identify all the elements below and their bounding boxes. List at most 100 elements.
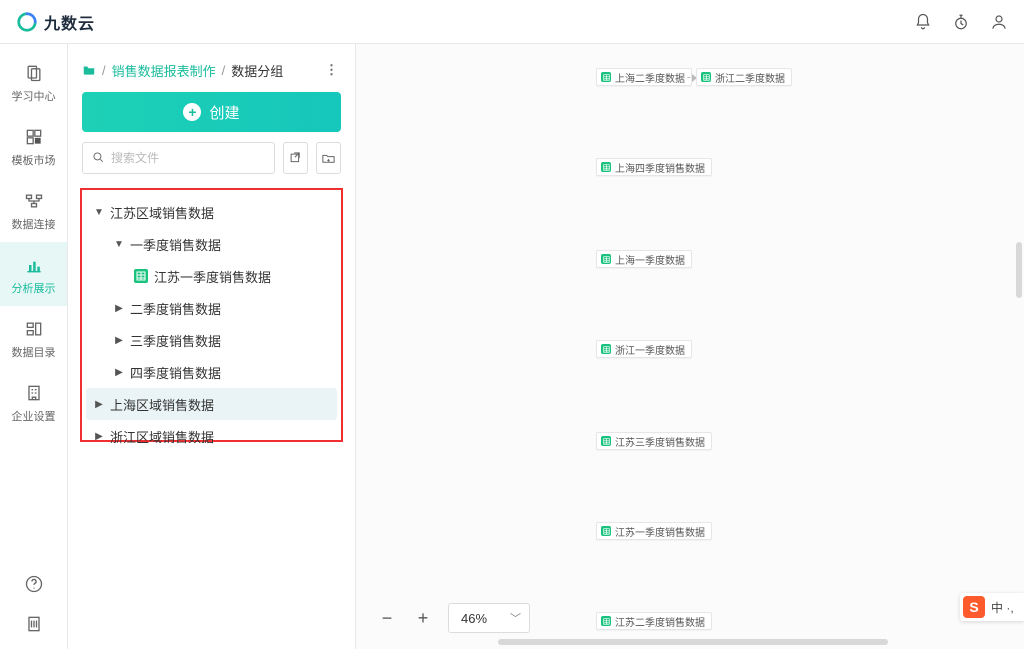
rail-item-analysis[interactable]: 分析展示 xyxy=(0,242,67,306)
ime-logo-icon: S xyxy=(963,596,985,618)
caret-down-icon: ▼ xyxy=(114,239,124,250)
tree-leaf-js-q1[interactable]: 江苏一季度销售数据 xyxy=(86,260,337,292)
node-label: 上海二季度数据 xyxy=(615,70,685,85)
breadcrumb-current: 数据分组 xyxy=(231,61,283,80)
table-icon xyxy=(601,526,611,536)
canvas-node[interactable]: 江苏二季度销售数据 xyxy=(596,612,712,630)
trash-icon[interactable] xyxy=(23,613,45,635)
tree-node-q3[interactable]: ▶ 三季度销售数据 xyxy=(86,324,337,356)
folder-tree-highlight: ▼ 江苏区域销售数据 ▼ 一季度销售数据 江苏一季度销售数据 ▶ 二季度销售数据 xyxy=(80,188,343,442)
caret-right-icon: ▶ xyxy=(94,399,104,410)
canvas-node[interactable]: 浙江一季度数据 xyxy=(596,340,692,358)
user-icon[interactable] xyxy=(990,13,1008,31)
tree-node-q2[interactable]: ▶ 二季度销售数据 xyxy=(86,292,337,324)
canvas-node[interactable]: 江苏三季度销售数据 xyxy=(596,432,712,450)
table-icon xyxy=(601,616,611,626)
side-panel: / 销售数据报表制作 / 数据分组 ⋮ + 创建 xyxy=(68,44,356,649)
rail-label: 企业设置 xyxy=(12,408,56,424)
brand-logo[interactable]: 九数云 xyxy=(16,10,95,34)
zoom-out-button[interactable]: − xyxy=(376,607,398,629)
rail-label: 数据目录 xyxy=(12,344,56,360)
rail-bottom xyxy=(23,573,45,649)
brand-name: 九数云 xyxy=(44,10,95,34)
help-icon[interactable] xyxy=(23,573,45,595)
tree-node-shanghai[interactable]: ▶ 上海区域销售数据 xyxy=(86,388,337,420)
canvas-node[interactable]: 江苏一季度销售数据 xyxy=(596,522,712,540)
table-icon xyxy=(601,72,611,82)
tree-label: 四季度销售数据 xyxy=(130,363,221,382)
breadcrumb: / 销售数据报表制作 / 数据分组 xyxy=(82,61,283,80)
chevron-down-icon: ﹀ xyxy=(510,610,521,626)
plus-icon: + xyxy=(183,103,201,121)
rail-item-catalog[interactable]: 数据目录 xyxy=(0,306,67,370)
more-icon[interactable]: ⋮ xyxy=(323,58,341,82)
create-button[interactable]: + 创建 xyxy=(82,92,341,132)
breadcrumb-sep: / xyxy=(222,63,226,78)
node-label: 上海四季度销售数据 xyxy=(615,160,705,175)
canvas-node[interactable]: 上海一季度数据 xyxy=(596,250,692,268)
caret-right-icon: ▶ xyxy=(94,431,104,442)
table-icon xyxy=(701,72,711,82)
folder-icon[interactable] xyxy=(82,63,96,77)
tree-label: 一季度销售数据 xyxy=(130,235,221,254)
breadcrumb-link[interactable]: 销售数据报表制作 xyxy=(112,61,216,80)
new-folder-button[interactable] xyxy=(316,142,341,174)
flow-canvas[interactable]: 上海二季度数据 浙江二季度数据 上海四季度销售数据 上海一季度数据 浙江一季度数… xyxy=(356,44,1024,649)
search-row xyxy=(82,142,341,174)
templates-icon xyxy=(23,126,45,148)
tree-node-jiangsu[interactable]: ▼ 江苏区域销售数据 xyxy=(86,196,337,228)
canvas-node[interactable]: 浙江二季度数据 xyxy=(696,68,792,86)
zoom-controls: − + 46% ﹀ xyxy=(376,603,530,633)
ime-label: 中 ·, xyxy=(991,599,1014,616)
tree-node-zhejiang[interactable]: ▶ 浙江区域销售数据 xyxy=(86,420,337,452)
breadcrumb-sep: / xyxy=(102,63,106,78)
search-box[interactable] xyxy=(82,142,275,174)
rail-item-settings[interactable]: 企业设置 xyxy=(0,370,67,434)
search-input[interactable] xyxy=(111,151,266,165)
caret-down-icon: ▼ xyxy=(94,207,104,218)
left-rail: 学习中心 模板市场 数据连接 分析展示 数据目录 xyxy=(0,44,68,649)
tree-label: 二季度销售数据 xyxy=(130,299,221,318)
caret-right-icon: ▶ xyxy=(114,335,124,346)
stopwatch-icon[interactable] xyxy=(952,13,970,31)
node-label: 上海一季度数据 xyxy=(615,252,685,267)
rail-item-learn[interactable]: 学习中心 xyxy=(0,50,67,114)
zoom-in-button[interactable]: + xyxy=(412,607,434,629)
building-icon xyxy=(23,382,45,404)
open-external-button[interactable] xyxy=(283,142,308,174)
rail-label: 学习中心 xyxy=(12,88,56,104)
zoom-value: 46% xyxy=(461,611,487,626)
panel-header: / 销售数据报表制作 / 数据分组 ⋮ xyxy=(68,44,355,92)
node-label: 江苏二季度销售数据 xyxy=(615,614,705,629)
table-icon xyxy=(601,162,611,172)
horizontal-scrollbar[interactable] xyxy=(498,639,888,645)
folder-tree: ▼ 江苏区域销售数据 ▼ 一季度销售数据 江苏一季度销售数据 ▶ 二季度销售数据 xyxy=(86,196,337,452)
bell-icon[interactable] xyxy=(914,13,932,31)
caret-right-icon: ▶ xyxy=(114,367,124,378)
book-icon xyxy=(23,62,45,84)
catalog-icon xyxy=(23,318,45,340)
ime-indicator[interactable]: S 中 ·, xyxy=(960,593,1024,621)
canvas-edge xyxy=(676,77,696,78)
rail-item-market[interactable]: 模板市场 xyxy=(0,114,67,178)
rail-label: 数据连接 xyxy=(12,216,56,232)
caret-right-icon: ▶ xyxy=(114,303,124,314)
tree-label: 浙江区域销售数据 xyxy=(110,427,214,446)
create-button-label: 创建 xyxy=(209,102,239,123)
tree-label: 三季度销售数据 xyxy=(130,331,221,350)
top-bar: 九数云 xyxy=(0,0,1024,44)
node-label: 江苏三季度销售数据 xyxy=(615,434,705,449)
tree-node-q4[interactable]: ▶ 四季度销售数据 xyxy=(86,356,337,388)
tree-label: 江苏一季度销售数据 xyxy=(154,267,271,286)
table-icon xyxy=(134,269,148,283)
vertical-scrollbar[interactable] xyxy=(1016,242,1022,298)
table-icon xyxy=(601,436,611,446)
rail-label: 分析展示 xyxy=(12,280,56,296)
chart-icon xyxy=(23,254,45,276)
zoom-select[interactable]: 46% ﹀ xyxy=(448,603,530,633)
tree-label: 江苏区域销售数据 xyxy=(110,203,214,222)
rail-item-connect[interactable]: 数据连接 xyxy=(0,178,67,242)
tree-node-q1[interactable]: ▼ 一季度销售数据 xyxy=(86,228,337,260)
canvas-node[interactable]: 上海四季度销售数据 xyxy=(596,158,712,176)
search-icon xyxy=(91,150,105,167)
